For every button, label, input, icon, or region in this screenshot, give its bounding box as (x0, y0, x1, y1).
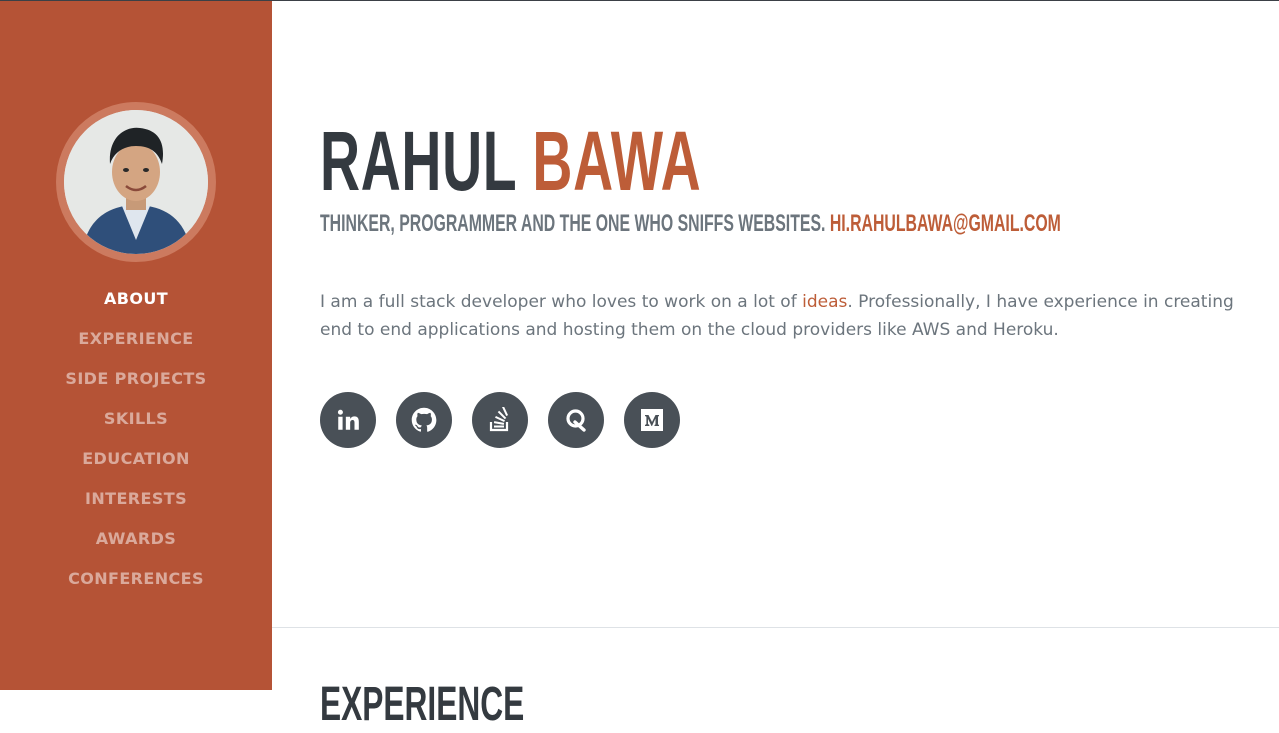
github-button[interactable] (396, 392, 452, 448)
linkedin-button[interactable] (320, 392, 376, 448)
sidebar: ABOUT EXPERIENCE SIDE PROJECTS SKILLS ED… (0, 1, 272, 690)
email-link[interactable]: HI.RAHULBAWA@GMAIL.COM (830, 210, 1061, 237)
experience-heading: EXPERIENCE (320, 678, 525, 731)
first-name: RAHUL (320, 114, 517, 208)
social-icons (320, 392, 680, 448)
nav-item-awards[interactable]: AWARDS (0, 519, 272, 559)
medium-button[interactable] (624, 392, 680, 448)
nav-item-side-projects[interactable]: SIDE PROJECTS (0, 359, 272, 399)
stackoverflow-button[interactable] (472, 392, 528, 448)
quora-button[interactable] (548, 392, 604, 448)
section-divider (272, 627, 1279, 628)
nav-item-conferences[interactable]: CONFERENCES (0, 559, 272, 599)
profile-avatar-ring (56, 102, 216, 262)
subheading: THINKER, PROGRAMMER AND THE ONE WHO SNIF… (320, 209, 1061, 239)
last-name: BAWA (532, 114, 702, 208)
nav-item-experience[interactable]: EXPERIENCE (0, 319, 272, 359)
tagline: THINKER, PROGRAMMER AND THE ONE WHO SNIF… (320, 210, 826, 237)
nav-item-interests[interactable]: INTERESTS (0, 479, 272, 519)
quora-icon (566, 409, 586, 432)
linkedin-icon (337, 409, 359, 430)
about-text: I am a full stack developer who loves to… (320, 288, 1240, 344)
sidebar-nav: ABOUT EXPERIENCE SIDE PROJECTS SKILLS ED… (0, 279, 272, 599)
nav-item-about[interactable]: ABOUT (0, 279, 272, 319)
about-text-start: I am a full stack developer who loves to… (320, 292, 803, 312)
main-content: RAHUL BAWA THINKER, PROGRAMMER AND THE O… (272, 1, 1279, 731)
nav-item-education[interactable]: EDUCATION (0, 439, 272, 479)
medium-icon (641, 409, 663, 431)
ideas-link[interactable]: ideas (802, 292, 847, 312)
page-title: RAHUL BAWA (320, 113, 701, 209)
github-icon (411, 407, 437, 432)
profile-avatar (64, 110, 208, 254)
nav-item-skills[interactable]: SKILLS (0, 399, 272, 439)
stackoverflow-icon (489, 407, 509, 432)
